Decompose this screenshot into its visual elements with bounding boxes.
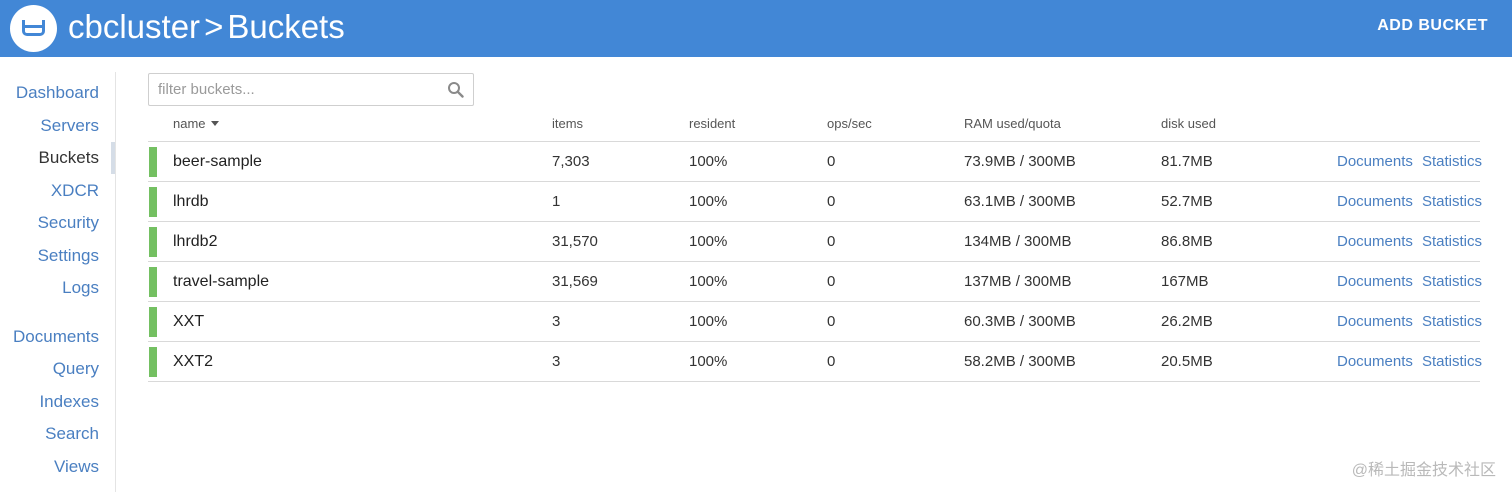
column-header-disk: disk used	[1161, 116, 1216, 131]
sidebar-item-indexes[interactable]: Indexes	[39, 391, 99, 413]
table-row: XXT2 3 100% 0 58.2MB / 300MB 20.5MB Docu…	[148, 342, 1482, 382]
column-header-name[interactable]: name	[173, 116, 219, 131]
statistics-link[interactable]: Statistics	[1422, 312, 1482, 332]
bucket-status-indicator	[149, 347, 157, 377]
bucket-name[interactable]: beer-sample	[173, 152, 262, 172]
breadcrumb: cbcluster > Buckets	[68, 6, 345, 48]
table-row: travel-sample 31,569 100% 0 137MB / 300M…	[148, 262, 1482, 302]
sidebar-item-query[interactable]: Query	[53, 358, 99, 380]
table-row: lhrdb2 31,570 100% 0 134MB / 300MB 86.8M…	[148, 222, 1482, 262]
sidebar-item-documents[interactable]: Documents	[13, 326, 99, 348]
search-icon[interactable]	[447, 81, 464, 98]
sidebar-nav: Dashboard Servers Buckets XDCR Security …	[0, 72, 116, 492]
bucket-name[interactable]: XXT	[173, 312, 204, 332]
bucket-ops: 0	[827, 353, 836, 370]
statistics-link[interactable]: Statistics	[1422, 352, 1482, 372]
page-title: Buckets	[227, 8, 345, 45]
bucket-ops: 0	[827, 273, 836, 290]
documents-link[interactable]: Documents	[1337, 272, 1413, 292]
documents-link[interactable]: Documents	[1337, 352, 1413, 372]
sidebar-item-servers[interactable]: Servers	[40, 115, 99, 137]
column-header-resident: resident	[689, 116, 736, 131]
add-bucket-button[interactable]: ADD BUCKET	[1377, 17, 1488, 35]
bucket-disk: 26.2MB	[1161, 313, 1213, 330]
bucket-ram: 58.2MB / 300MB	[964, 353, 1076, 370]
column-header-items: items	[552, 116, 584, 131]
sidebar-item-security[interactable]: Security	[38, 212, 99, 234]
bucket-ops: 0	[827, 153, 836, 170]
bucket-resident: 100%	[689, 313, 728, 330]
sidebar-item-settings[interactable]: Settings	[38, 245, 99, 267]
couchbase-logo[interactable]	[10, 5, 57, 52]
bucket-ram: 137MB / 300MB	[964, 273, 1072, 290]
bucket-disk: 81.7MB	[1161, 153, 1213, 170]
bucket-resident: 100%	[689, 233, 728, 250]
statistics-link[interactable]: Statistics	[1422, 272, 1482, 292]
table-row: XXT 3 100% 0 60.3MB / 300MB 26.2MB Docum…	[148, 302, 1482, 342]
bucket-status-indicator	[149, 227, 157, 257]
statistics-link[interactable]: Statistics	[1422, 232, 1482, 252]
bucket-ops: 0	[827, 313, 836, 330]
bucket-name[interactable]: XXT2	[173, 352, 213, 372]
table-row: beer-sample 7,303 100% 0 73.9MB / 300MB …	[148, 142, 1482, 182]
bucket-status-indicator	[149, 267, 157, 297]
sidebar-item-xdcr[interactable]: XDCR	[51, 180, 99, 202]
watermark-text: @稀土掘金技术社区	[1351, 462, 1496, 479]
filter-box	[148, 73, 474, 106]
bucket-ram: 134MB / 300MB	[964, 233, 1072, 250]
bucket-disk: 52.7MB	[1161, 193, 1213, 210]
top-header: cbcluster > Buckets ADD BUCKET	[0, 0, 1512, 57]
bucket-disk: 20.5MB	[1161, 353, 1213, 370]
breadcrumb-cluster[interactable]: cbcluster	[68, 8, 200, 45]
bucket-resident: 100%	[689, 353, 728, 370]
bucket-items: 31,569	[552, 273, 598, 290]
bucket-resident: 100%	[689, 193, 728, 210]
documents-link[interactable]: Documents	[1337, 152, 1413, 172]
bucket-ops: 0	[827, 193, 836, 210]
sidebar-item-dashboard[interactable]: Dashboard	[16, 82, 99, 104]
logo-icon	[22, 20, 45, 36]
sidebar-item-buckets[interactable]: Buckets	[39, 147, 99, 169]
bucket-ram: 63.1MB / 300MB	[964, 193, 1076, 210]
sidebar-item-views[interactable]: Views	[54, 456, 99, 478]
filter-buckets-input[interactable]	[149, 74, 439, 105]
bucket-items: 1	[552, 193, 561, 210]
bucket-ram: 73.9MB / 300MB	[964, 153, 1076, 170]
column-header-ops: ops/sec	[827, 116, 872, 131]
table-row: lhrdb 1 100% 0 63.1MB / 300MB 52.7MB Doc…	[148, 182, 1482, 222]
documents-link[interactable]: Documents	[1337, 312, 1413, 332]
active-nav-marker	[111, 142, 115, 174]
bucket-disk: 86.8MB	[1161, 233, 1213, 250]
bucket-ops: 0	[827, 233, 836, 250]
statistics-link[interactable]: Statistics	[1422, 152, 1482, 172]
column-header-ram: RAM used/quota	[964, 116, 1061, 131]
documents-link[interactable]: Documents	[1337, 232, 1413, 252]
column-header-name-label: name	[173, 116, 206, 131]
sort-caret-icon	[210, 121, 219, 126]
bucket-ram: 60.3MB / 300MB	[964, 313, 1076, 330]
breadcrumb-separator: >	[204, 8, 224, 45]
bucket-resident: 100%	[689, 273, 728, 290]
sidebar-item-search[interactable]: Search	[45, 423, 99, 445]
bucket-status-indicator	[149, 147, 157, 177]
sidebar-item-logs[interactable]: Logs	[62, 277, 99, 299]
bucket-items: 31,570	[552, 233, 598, 250]
bucket-status-indicator	[149, 187, 157, 217]
bucket-items: 3	[552, 313, 561, 330]
bucket-name[interactable]: travel-sample	[173, 272, 269, 292]
documents-link[interactable]: Documents	[1337, 192, 1413, 212]
bucket-disk: 167MB	[1161, 273, 1209, 290]
bucket-items: 3	[552, 353, 561, 370]
bucket-table: beer-sample 7,303 100% 0 73.9MB / 300MB …	[148, 141, 1482, 382]
bucket-resident: 100%	[689, 153, 728, 170]
bucket-name[interactable]: lhrdb2	[173, 232, 217, 252]
statistics-link[interactable]: Statistics	[1422, 192, 1482, 212]
bucket-name[interactable]: lhrdb	[173, 192, 209, 212]
bucket-items: 7,303	[552, 153, 590, 170]
bucket-status-indicator	[149, 307, 157, 337]
